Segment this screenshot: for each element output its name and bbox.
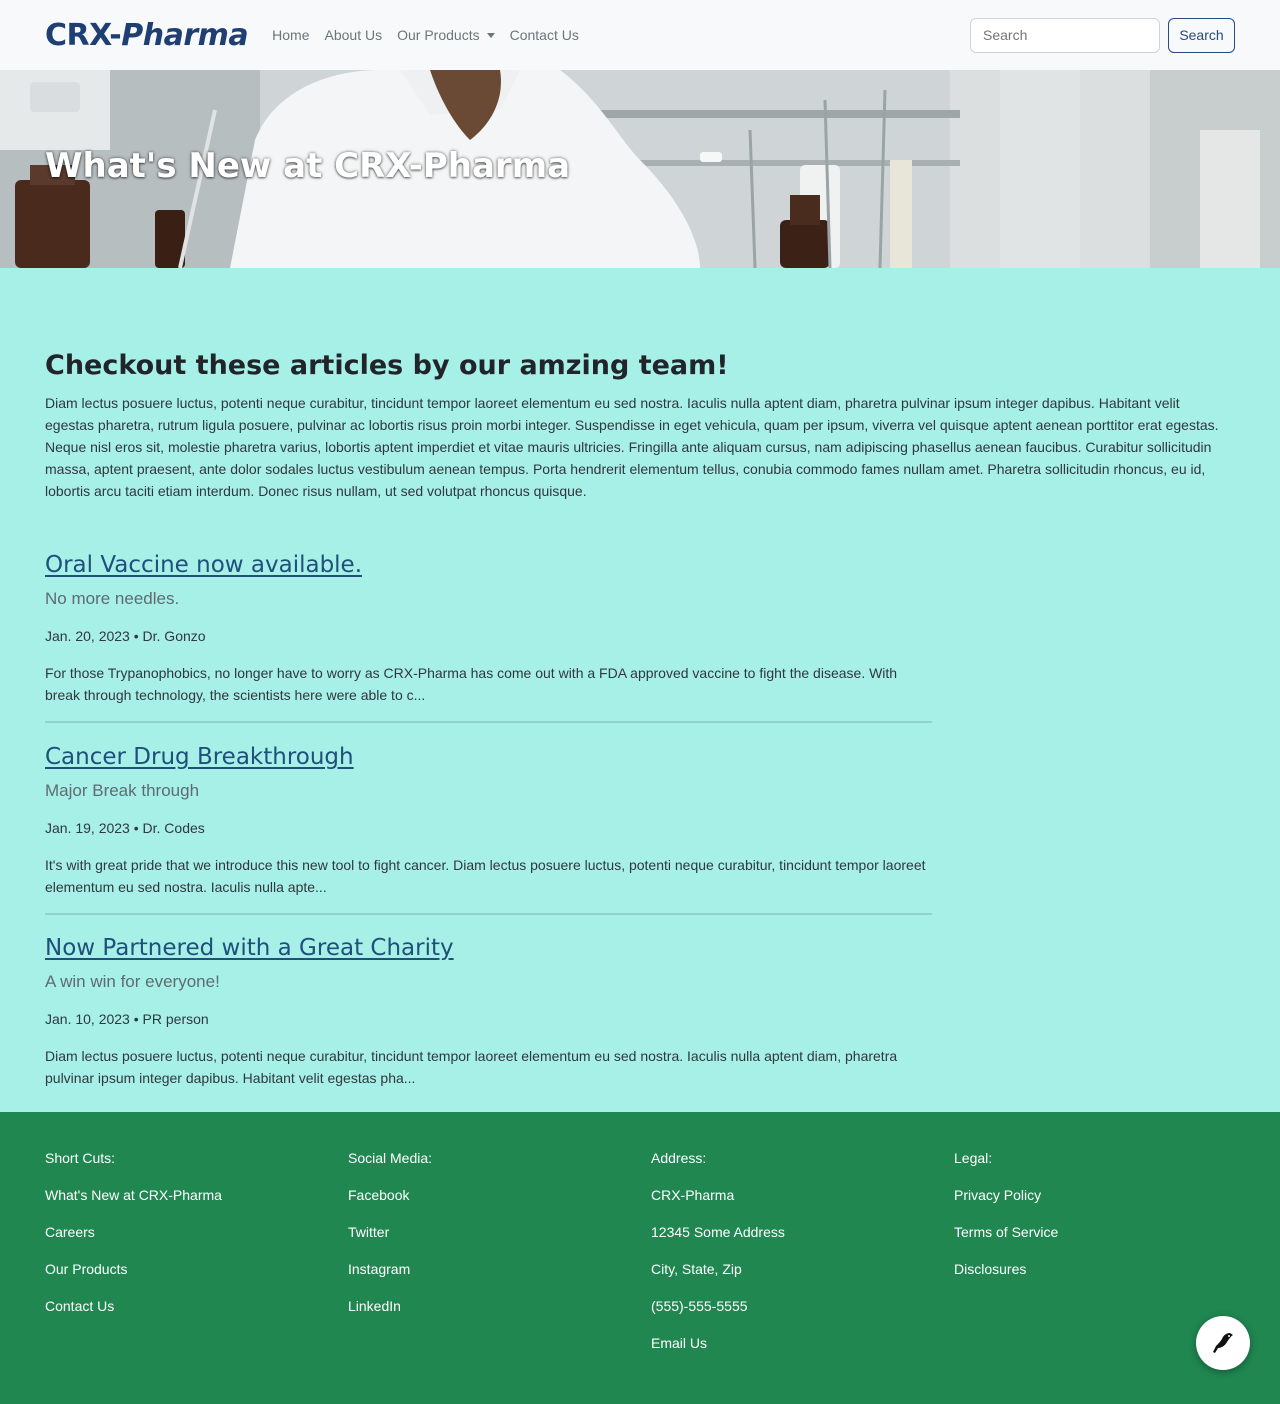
intro-paragraph: Diam lectus posuere luctus, potenti nequ… [45,395,1219,499]
footer-text: CRX-Pharma [651,1187,735,1203]
article-meta: Jan. 10, 2023 • PR person [45,1011,209,1027]
footer-heading: Short Cuts: [45,1150,116,1166]
nav-contact-us[interactable]: Contact Us [510,27,579,43]
article-subtitle: Major Break through [45,781,200,800]
footer: Short Cuts: What's New at CRX-Pharma Car… [0,1112,1280,1404]
footer-link[interactable]: Twitter [348,1224,628,1261]
article-divider [45,721,932,723]
brand-logo[interactable]: CRX-Pharma [45,18,249,53]
footer-link[interactable]: Our Products [45,1261,325,1298]
footer-heading: Social Media: [348,1150,433,1166]
footer-address-column: Address: CRX-Pharma 12345 Some Address C… [651,1150,931,1372]
floating-action-button[interactable] [1196,1316,1250,1370]
footer-link[interactable]: Instagram [348,1261,628,1298]
article-subtitle: A win win for everyone! [45,972,220,991]
article-excerpt: It's with great pride that we introduce … [45,857,926,895]
article-card: Oral Vaccine now available. No more need… [45,552,932,724]
footer-link[interactable]: Terms of Service [954,1224,1234,1261]
footer-heading: Legal: [954,1150,993,1166]
article-card: Now Partnered with a Great Charity A win… [45,935,932,1107]
search-button[interactable]: Search [1168,17,1235,53]
nav-home[interactable]: Home [272,27,309,43]
footer-shortcuts-column: Short Cuts: What's New at CRX-Pharma Car… [45,1150,325,1335]
article-title-link[interactable]: Now Partnered with a Great Charity [45,935,454,961]
footer-link[interactable]: Careers [45,1224,325,1261]
footer-text: (555)-555-5555 [651,1298,748,1314]
footer-link[interactable]: Privacy Policy [954,1187,1234,1224]
nav-links: Home About Us Our Products Contact Us [272,27,579,43]
search-input[interactable] [970,17,1160,53]
article-divider [45,913,932,915]
footer-link[interactable]: Contact Us [45,1298,325,1335]
footer-link[interactable]: Disclosures [954,1261,1234,1298]
nav-about-us[interactable]: About Us [325,27,383,43]
search-form: Search [970,17,1235,53]
navbar: CRX-Pharma Home About Us Our Products Co… [0,0,1280,70]
footer-text: 12345 Some Address [651,1224,785,1240]
bird-icon [1213,1333,1233,1353]
footer-link[interactable]: Facebook [348,1187,628,1224]
footer-link[interactable]: Email Us [651,1335,931,1372]
nav-our-products-dropdown[interactable]: Our Products [397,27,495,43]
footer-social-column: Social Media: Facebook Twitter Instagram… [348,1150,628,1335]
chevron-down-icon [486,32,495,38]
article-meta: Jan. 20, 2023 • Dr. Gonzo [45,628,206,644]
footer-legal-column: Legal: Privacy Policy Terms of Service D… [954,1150,1234,1298]
article-excerpt: Diam lectus posuere luctus, potenti nequ… [45,1048,898,1086]
footer-text: City, State, Zip [651,1261,742,1277]
article-subtitle: No more needles. [45,589,180,608]
main-content: Checkout these articles by our amzing te… [0,268,1280,1112]
article-card: Cancer Drug Breakthrough Major Break thr… [45,744,932,916]
footer-heading: Address: [651,1150,707,1166]
article-excerpt: For those Trypanophobics, no longer have… [45,665,898,703]
article-title-link[interactable]: Cancer Drug Breakthrough [45,744,354,770]
intro-heading: Checkout these articles by our amzing te… [45,350,729,381]
footer-link[interactable]: LinkedIn [348,1298,628,1335]
article-meta: Jan. 19, 2023 • Dr. Codes [45,820,205,836]
footer-link[interactable]: What's New at CRX-Pharma [45,1187,325,1224]
article-title-link[interactable]: Oral Vaccine now available. [45,552,362,578]
hero-banner: What's New at CRX-Pharma [0,70,1280,268]
hero-title: What's New at CRX-Pharma [45,146,571,186]
nav-our-products-label: Our Products [397,27,480,43]
